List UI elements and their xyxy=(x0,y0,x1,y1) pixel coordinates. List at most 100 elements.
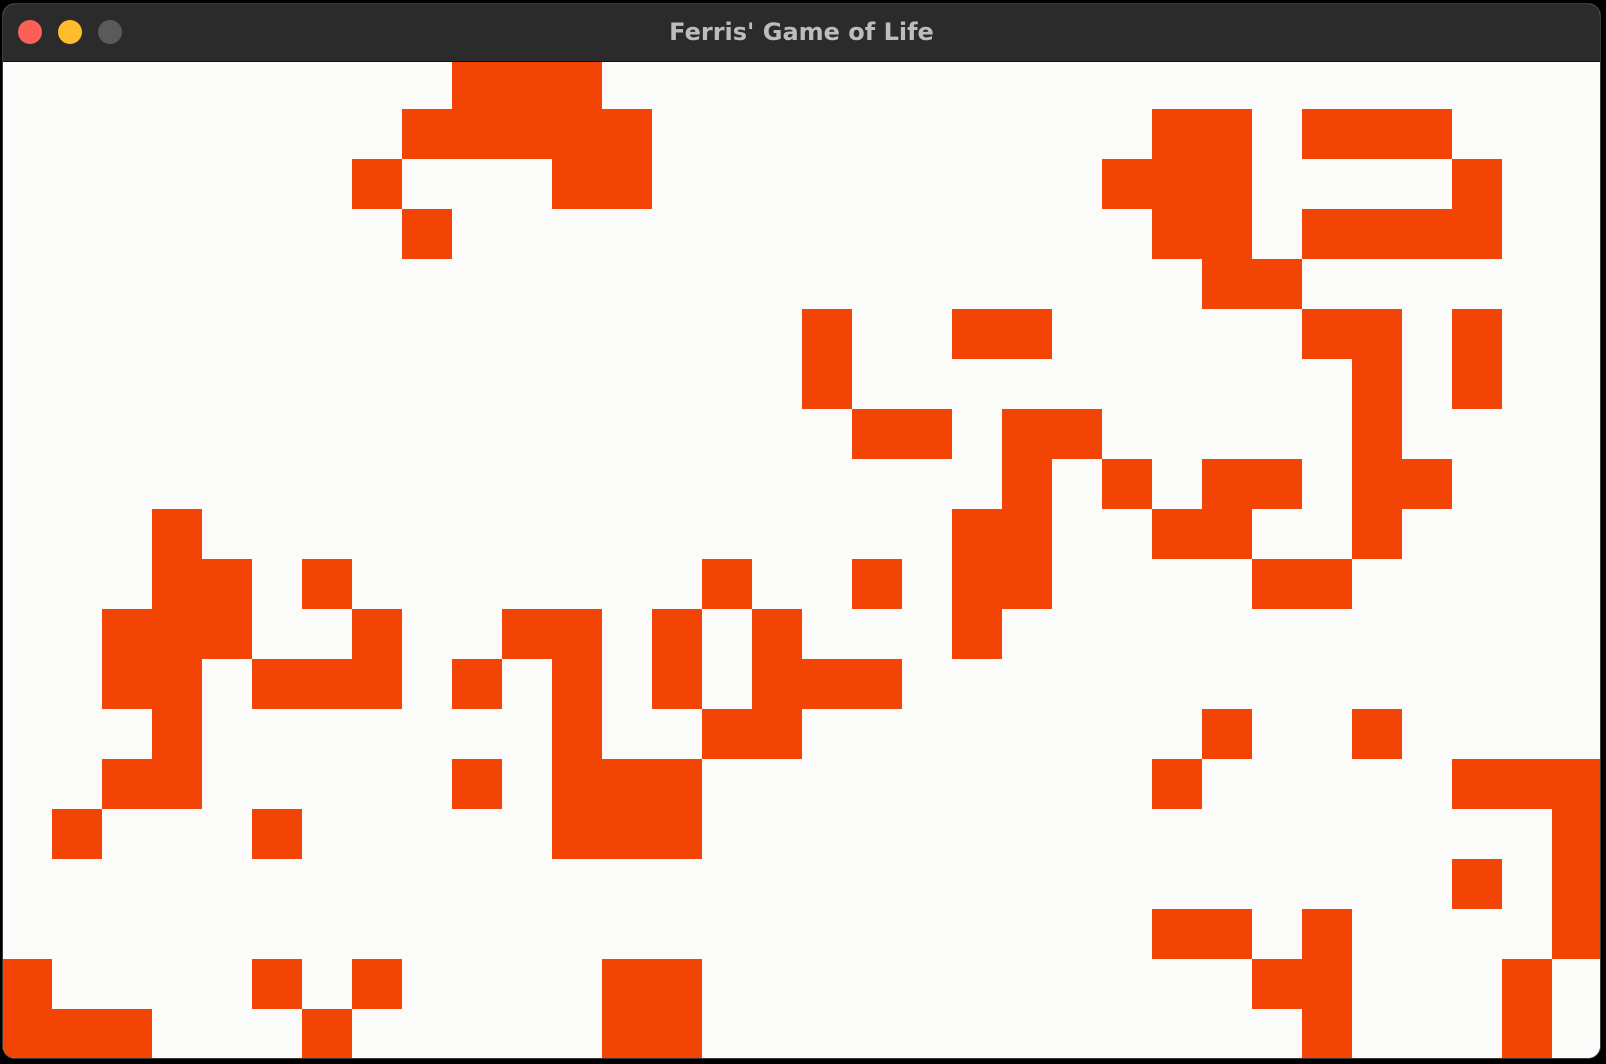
live-cell[interactable] xyxy=(602,809,652,859)
live-cell[interactable] xyxy=(1352,459,1402,509)
live-cell[interactable] xyxy=(602,959,652,1009)
live-cell[interactable] xyxy=(152,609,202,659)
live-cell[interactable] xyxy=(1352,209,1402,259)
live-cell[interactable] xyxy=(1202,459,1252,509)
live-cell[interactable] xyxy=(1302,559,1352,609)
live-cell[interactable] xyxy=(1502,1009,1552,1058)
live-cell[interactable] xyxy=(1302,1009,1352,1058)
live-cell[interactable] xyxy=(1052,409,1102,459)
live-cell[interactable] xyxy=(1152,209,1202,259)
live-cell[interactable] xyxy=(552,62,602,109)
live-cell[interactable] xyxy=(402,209,452,259)
live-cell[interactable] xyxy=(252,959,302,1009)
live-cell[interactable] xyxy=(552,159,602,209)
live-cell[interactable] xyxy=(1002,559,1052,609)
live-cell[interactable] xyxy=(1452,759,1502,809)
live-cell[interactable] xyxy=(152,559,202,609)
live-cell[interactable] xyxy=(952,509,1002,559)
live-cell[interactable] xyxy=(1002,409,1052,459)
live-cell[interactable] xyxy=(452,109,502,159)
live-cell[interactable] xyxy=(702,559,752,609)
live-cell[interactable] xyxy=(302,559,352,609)
live-cell[interactable] xyxy=(552,709,602,759)
live-cell[interactable] xyxy=(352,159,402,209)
live-cell[interactable] xyxy=(352,659,402,709)
live-cell[interactable] xyxy=(652,1009,702,1058)
live-cell[interactable] xyxy=(1402,109,1452,159)
live-cell[interactable] xyxy=(1252,459,1302,509)
live-cell[interactable] xyxy=(1552,909,1600,959)
live-cell[interactable] xyxy=(502,62,552,109)
live-cell[interactable] xyxy=(1202,159,1252,209)
live-cell[interactable] xyxy=(1202,209,1252,259)
live-cell[interactable] xyxy=(1452,309,1502,359)
game-board[interactable] xyxy=(3,62,1600,1058)
live-cell[interactable] xyxy=(302,1009,352,1058)
live-cell[interactable] xyxy=(1302,109,1352,159)
live-cell[interactable] xyxy=(152,759,202,809)
live-cell[interactable] xyxy=(552,759,602,809)
live-cell[interactable] xyxy=(1452,159,1502,209)
live-cell[interactable] xyxy=(102,1009,152,1058)
live-cell[interactable] xyxy=(1402,209,1452,259)
live-cell[interactable] xyxy=(652,809,702,859)
live-cell[interactable] xyxy=(552,809,602,859)
live-cell[interactable] xyxy=(1352,409,1402,459)
live-cell[interactable] xyxy=(1202,509,1252,559)
live-cell[interactable] xyxy=(1102,159,1152,209)
live-cell[interactable] xyxy=(352,959,402,1009)
live-cell[interactable] xyxy=(952,309,1002,359)
live-cell[interactable] xyxy=(1252,559,1302,609)
live-cell[interactable] xyxy=(1102,459,1152,509)
live-cell[interactable] xyxy=(1202,259,1252,309)
live-cell[interactable] xyxy=(3,1009,52,1058)
live-cell[interactable] xyxy=(602,759,652,809)
live-cell[interactable] xyxy=(1452,209,1502,259)
live-cell[interactable] xyxy=(1502,759,1552,809)
live-cell[interactable] xyxy=(102,659,152,709)
live-cell[interactable] xyxy=(1152,159,1202,209)
live-cell[interactable] xyxy=(1552,809,1600,859)
live-cell[interactable] xyxy=(1352,359,1402,409)
live-cell[interactable] xyxy=(752,659,802,709)
live-cell[interactable] xyxy=(752,609,802,659)
live-cell[interactable] xyxy=(902,409,952,459)
live-cell[interactable] xyxy=(702,709,752,759)
live-cell[interactable] xyxy=(652,609,702,659)
live-cell[interactable] xyxy=(452,62,502,109)
live-cell[interactable] xyxy=(252,809,302,859)
live-cell[interactable] xyxy=(452,659,502,709)
live-cell[interactable] xyxy=(552,659,602,709)
live-cell[interactable] xyxy=(502,109,552,159)
live-cell[interactable] xyxy=(402,109,452,159)
live-cell[interactable] xyxy=(202,609,252,659)
live-cell[interactable] xyxy=(3,959,52,1009)
live-cell[interactable] xyxy=(802,309,852,359)
live-cell[interactable] xyxy=(852,559,902,609)
live-cell[interactable] xyxy=(802,359,852,409)
live-cell[interactable] xyxy=(752,709,802,759)
live-cell[interactable] xyxy=(952,609,1002,659)
live-cell[interactable] xyxy=(602,109,652,159)
live-cell[interactable] xyxy=(452,759,502,809)
live-cell[interactable] xyxy=(1302,209,1352,259)
live-cell[interactable] xyxy=(552,109,602,159)
live-cell[interactable] xyxy=(852,659,902,709)
live-cell[interactable] xyxy=(602,159,652,209)
live-cell[interactable] xyxy=(1152,909,1202,959)
live-cell[interactable] xyxy=(502,609,552,659)
title-bar[interactable]: Ferris' Game of Life xyxy=(3,4,1600,62)
live-cell[interactable] xyxy=(1302,309,1352,359)
live-cell[interactable] xyxy=(1002,309,1052,359)
live-cell[interactable] xyxy=(1452,859,1502,909)
live-cell[interactable] xyxy=(552,609,602,659)
live-cell[interactable] xyxy=(1152,509,1202,559)
live-cell[interactable] xyxy=(802,659,852,709)
live-cell[interactable] xyxy=(102,759,152,809)
live-cell[interactable] xyxy=(52,809,102,859)
live-cell[interactable] xyxy=(152,509,202,559)
live-cell[interactable] xyxy=(1452,359,1502,409)
live-cell[interactable] xyxy=(1252,959,1302,1009)
live-cell[interactable] xyxy=(102,609,152,659)
live-cell[interactable] xyxy=(1202,109,1252,159)
